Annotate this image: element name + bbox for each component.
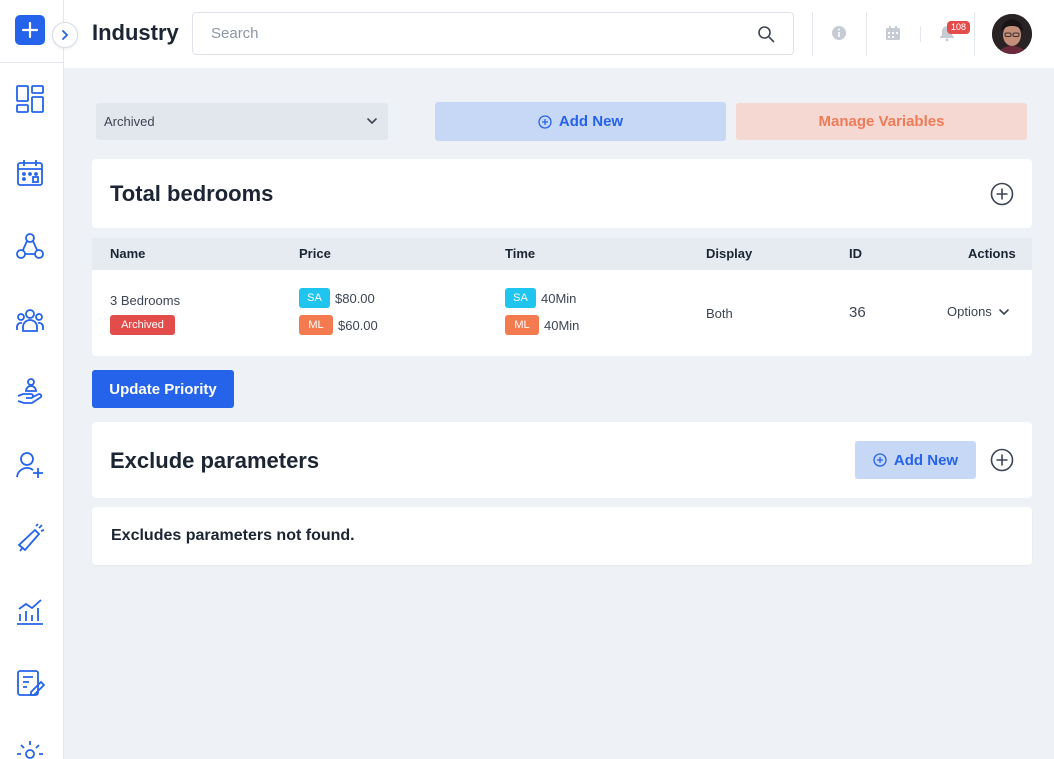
time-ml-tag: ML (505, 315, 539, 335)
options-dropdown[interactable]: Options (947, 304, 1010, 319)
column-id: ID (849, 246, 862, 261)
empty-state-message: Excludes parameters not found. (111, 527, 355, 544)
header-divider (920, 26, 921, 42)
table-header: Name Price Time Display ID Actions (92, 238, 1032, 270)
sidebar-item-calendar[interactable] (12, 155, 48, 191)
time-sa-tag: SA (505, 288, 536, 308)
add-parameter-button[interactable]: Add New (855, 441, 976, 479)
price-ml-tag: ML (299, 315, 333, 335)
header-divider (866, 12, 867, 56)
calendar-icon[interactable] (884, 24, 902, 42)
plus-icon (21, 21, 39, 39)
avatar[interactable] (992, 14, 1032, 54)
megaphone-icon (17, 523, 45, 552)
price-sa-tag: SA (299, 288, 330, 308)
sidebar-divider (0, 62, 64, 63)
expand-sidebar-button[interactable] (52, 22, 78, 48)
status-badge: Archived (110, 315, 175, 335)
status-filter-select[interactable]: Archived (96, 103, 388, 140)
info-icon[interactable] (830, 24, 848, 42)
edit-document-icon (17, 670, 45, 696)
plus-circle-icon (873, 453, 887, 467)
team-icon (16, 309, 44, 332)
settings-icon (17, 741, 43, 759)
table-row: 3 Bedrooms Archived SA $80.00 ML $60.00 … (92, 270, 1032, 356)
header-divider (974, 12, 975, 56)
chevron-down-icon (367, 118, 377, 125)
manage-variables-button[interactable]: Manage Variables (736, 103, 1027, 140)
notification-badge: 108 (947, 21, 971, 34)
price-ml-value: $60.00 (338, 318, 378, 333)
row-id: 36 (849, 304, 866, 321)
calendar-icon (17, 160, 43, 186)
total-bedrooms-card: Total bedrooms (92, 159, 1032, 228)
time-sa-value: 40Min (541, 291, 577, 306)
sidebar-item-services[interactable] (12, 374, 48, 410)
add-circle-icon[interactable] (990, 448, 1014, 472)
plus-circle-icon (538, 114, 552, 129)
add-new-button[interactable]: Add New (435, 102, 726, 141)
column-display: Display (706, 246, 753, 261)
exclude-parameters-title: Exclude parameters (110, 448, 320, 473)
page-title: Industry (92, 20, 179, 45)
sidebar-item-documents[interactable] (12, 665, 48, 701)
time-ml-value: 40Min (544, 318, 580, 333)
service-hand-icon (17, 378, 43, 404)
manage-variables-label: Manage Variables (818, 113, 945, 130)
sidebar-item-add-user[interactable] (12, 447, 48, 483)
status-filter-value: Archived (104, 114, 155, 129)
sidebar-item-network[interactable] (12, 228, 48, 264)
sidebar (0, 0, 64, 759)
sidebar-item-settings[interactable] (12, 736, 48, 759)
column-price: Price (299, 246, 331, 261)
top-header: Industry 108 (64, 0, 1054, 68)
price-sa-value: $80.00 (335, 291, 375, 306)
sidebar-item-analytics[interactable] (12, 593, 48, 629)
row-name: 3 Bedrooms (110, 293, 181, 308)
header-divider (812, 12, 813, 56)
options-label: Options (947, 304, 992, 319)
sidebar-item-campaigns[interactable] (12, 520, 48, 556)
search-input[interactable] (193, 13, 733, 54)
search-icon[interactable] (757, 25, 775, 43)
sidebar-item-dashboard[interactable] (12, 81, 48, 117)
column-name: Name (110, 246, 146, 261)
dashboard-icon (16, 85, 44, 113)
column-actions: Actions (968, 246, 1016, 261)
create-button[interactable] (15, 15, 45, 45)
add-circle-icon[interactable] (990, 182, 1014, 206)
chevron-right-icon (62, 30, 69, 40)
update-priority-button[interactable]: Update Priority (92, 370, 234, 408)
network-icon (16, 233, 44, 259)
add-user-icon (16, 452, 43, 478)
add-parameter-label: Add New (893, 451, 959, 469)
column-time: Time (505, 246, 536, 261)
search-box (192, 12, 794, 55)
total-bedrooms-title: Total bedrooms (110, 181, 274, 206)
row-display: Both (706, 306, 733, 321)
update-priority-label: Update Priority (109, 380, 217, 398)
sidebar-item-team[interactable] (12, 302, 48, 338)
analytics-icon (17, 599, 43, 625)
add-new-label: Add New (558, 113, 624, 130)
chevron-down-icon (999, 308, 1009, 315)
